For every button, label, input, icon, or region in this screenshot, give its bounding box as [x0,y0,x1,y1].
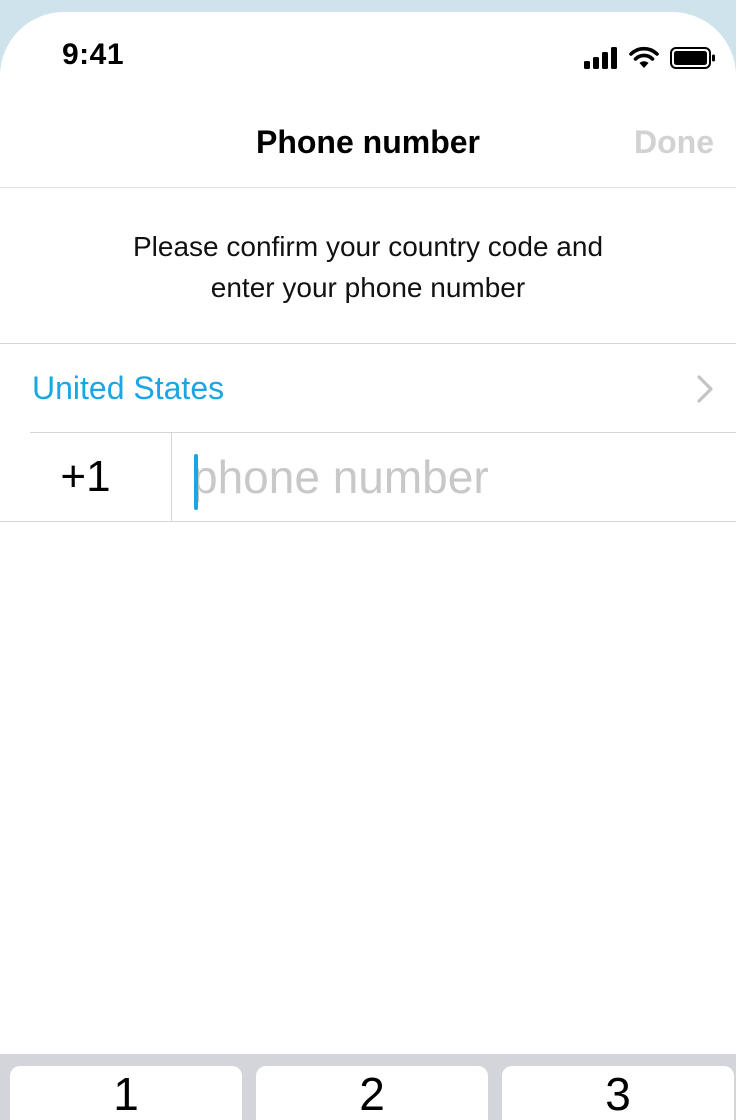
page-title: Phone number [255,124,480,160]
key-1[interactable]: 1 [10,1066,242,1120]
nav-bar: Phone number Done [0,92,736,188]
instructions-line-2: enter your phone number [210,272,526,303]
phone-entry-row: +1 [0,432,736,522]
key-2[interactable]: 2 [256,1066,488,1120]
instructions-line-1: Please confirm your country code and [132,231,604,262]
wifi-icon [629,46,659,68]
country-name: United States [32,370,225,406]
status-bar: 9:41 [0,12,736,92]
country-code-field[interactable]: +1 [0,432,172,522]
key-3[interactable]: 3 [502,1066,734,1120]
country-selector[interactable]: United States [0,343,736,432]
phone-number-input[interactable] [192,446,712,508]
numeric-keyboard: 1 2 3 [0,1054,736,1120]
phone-screen: 9:41 Phone number Done Please confirm yo… [0,12,736,1120]
chevron-right-icon [697,375,713,403]
text-caret [194,454,198,510]
signal-icon [584,47,618,69]
status-time: 9:41 [62,38,125,71]
battery-icon [670,47,715,69]
status-icons [584,46,716,70]
instructions-text: Please confirm your country code and ent… [60,226,676,308]
done-button[interactable]: Done [634,124,714,161]
